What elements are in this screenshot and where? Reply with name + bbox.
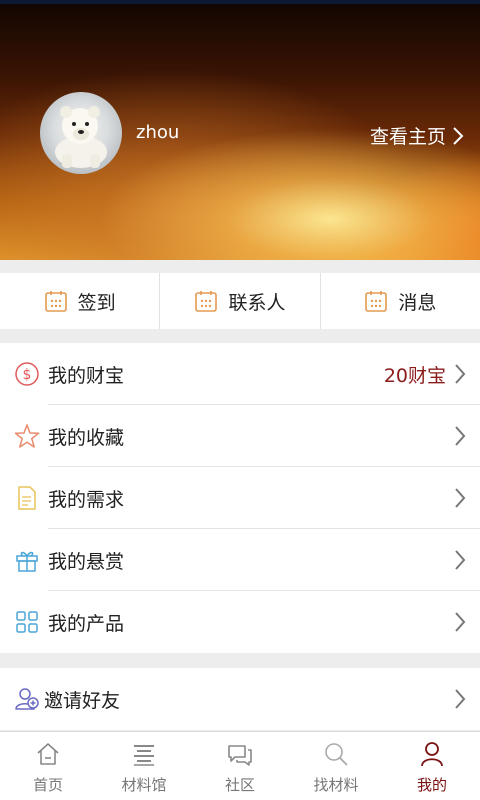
tab-label: 社区	[224, 776, 255, 794]
quick-messages-label: 消息	[398, 291, 437, 314]
view-homepage-label: 查看主页	[369, 126, 446, 148]
chat-icon	[228, 745, 252, 766]
calendar-icon	[365, 291, 388, 312]
menu-item-label: 我的收藏	[48, 426, 125, 449]
quick-checkin-button[interactable]: 签到	[0, 273, 159, 329]
bottom-tab-bar: 首页 材料馆 社区 找材料 我的	[0, 731, 480, 800]
menu-list: $ 我的财宝 20财宝 我的收藏 我的需求 我的悬赏 我的产品	[0, 343, 480, 653]
tab-label: 找材料	[313, 776, 359, 794]
menu-item-label: 我的悬赏	[48, 550, 125, 573]
quick-messages-button[interactable]: 消息	[319, 273, 480, 329]
tab-label: 首页	[32, 776, 63, 794]
chevron-right-icon	[455, 488, 466, 508]
quick-actions-bar: 签到 联系人 消息	[0, 273, 480, 329]
menu-item-products[interactable]: 我的产品	[0, 591, 480, 653]
person-icon	[421, 742, 443, 767]
username: zhou	[136, 122, 180, 143]
polar-bear-image	[55, 106, 107, 168]
view-homepage-link[interactable]: 查看主页	[370, 122, 464, 149]
chevron-right-icon	[455, 426, 466, 446]
tab-label: 我的	[416, 776, 447, 794]
tab-home[interactable]: 首页	[0, 732, 96, 800]
tab-community[interactable]: 社区	[192, 732, 288, 800]
menu-item-rewards[interactable]: 我的悬赏	[0, 529, 480, 591]
dollar-icon: $	[15, 362, 39, 386]
menu-item-invite[interactable]: 邀请好友	[0, 668, 480, 730]
star-icon	[14, 424, 40, 448]
chevron-right-icon	[455, 689, 466, 709]
tab-label: 材料馆	[121, 776, 167, 794]
quick-contacts-button[interactable]: 联系人	[159, 273, 319, 329]
menu-item-label: 我的需求	[48, 488, 125, 511]
menu-item-requirements[interactable]: 我的需求	[0, 467, 480, 529]
chevron-right-icon	[455, 612, 466, 632]
chevron-right-icon	[455, 364, 466, 384]
list-icon	[134, 745, 154, 766]
svg-text:$: $	[23, 367, 32, 383]
search-icon	[325, 743, 348, 766]
add-contact-icon	[15, 688, 39, 710]
calendar-icon	[195, 291, 218, 312]
gift-icon	[16, 551, 38, 572]
chevron-right-icon	[455, 550, 466, 570]
tab-find-materials[interactable]: 找材料	[288, 732, 384, 800]
grid-icon	[16, 611, 38, 633]
document-icon	[18, 486, 36, 510]
tab-mine[interactable]: 我的	[384, 732, 480, 800]
menu-item-treasure[interactable]: $ 我的财宝 20财宝	[0, 343, 480, 405]
treasure-value: 20财宝	[383, 364, 446, 387]
menu-item-label: 我的产品	[48, 612, 125, 635]
chevron-right-icon	[453, 126, 464, 145]
menu-item-label: 邀请好友	[44, 689, 121, 712]
avatar[interactable]	[40, 92, 122, 174]
profile-header: zhou 查看主页	[0, 4, 480, 260]
quick-checkin-label: 签到	[77, 291, 116, 314]
tab-materials-hall[interactable]: 材料馆	[96, 732, 192, 800]
calendar-icon	[44, 291, 67, 312]
quick-contacts-label: 联系人	[228, 291, 286, 314]
menu-item-label: 我的财宝	[48, 364, 125, 387]
home-icon	[37, 743, 59, 765]
menu-item-favorites[interactable]: 我的收藏	[0, 405, 480, 467]
invite-section: 邀请好友	[0, 668, 480, 730]
